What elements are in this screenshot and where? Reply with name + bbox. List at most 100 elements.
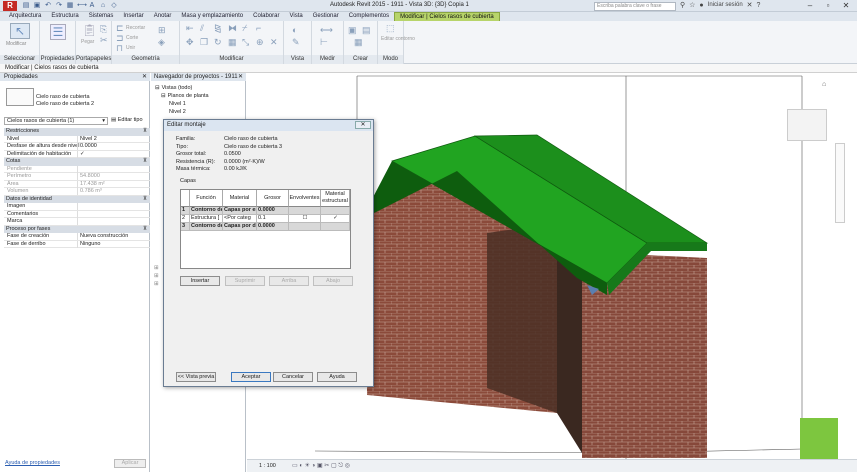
preview-button[interactable]: << Vista previa xyxy=(176,372,216,382)
search-input[interactable]: Escriba palabra clave o frase xyxy=(594,2,676,11)
property-value[interactable]: 0.0000 xyxy=(77,143,149,150)
cancel-button[interactable]: Cancelar xyxy=(273,372,313,382)
ribbon-tab[interactable]: Anotar xyxy=(149,12,177,21)
ribbon-tab[interactable]: Colaborar xyxy=(248,12,284,21)
create-group-icon[interactable]: ▦ xyxy=(354,37,363,48)
dialog-close-button[interactable]: ✕ xyxy=(355,121,371,129)
browser-tree-item[interactable]: ⊟ Vistas (todo) xyxy=(155,85,192,91)
offset-icon[interactable]: ⫽ xyxy=(200,23,204,34)
properties-section-header[interactable]: Datos de identidad ⊼ xyxy=(4,195,150,203)
apply-button[interactable]: Aplicar xyxy=(114,459,146,468)
layer-cell-func[interactable]: Estructura [ xyxy=(190,215,223,223)
layer-row[interactable]: 1Contorno delCapas por enc0.0000 xyxy=(181,207,350,215)
properties-section-header[interactable]: Cotas ⊼ xyxy=(4,158,150,166)
ribbon-tab[interactable]: Modificar | Cielos rasos de cubierta xyxy=(394,11,500,22)
layer-cell-wrap[interactable] xyxy=(289,207,321,215)
sign-in-link[interactable]: Iniciar sesión xyxy=(708,2,743,8)
property-value[interactable]: Ninguno xyxy=(77,240,149,248)
join-icon[interactable]: ⊓ xyxy=(116,43,123,54)
properties-help-link[interactable]: Ayuda de propiedades xyxy=(5,460,60,466)
open-icon[interactable]: ▤ xyxy=(22,1,30,10)
collapse-icon[interactable]: ⊼ xyxy=(143,226,147,234)
binoculars-icon[interactable]: ⚲ xyxy=(680,1,685,9)
layer-cell-func[interactable]: Contorno del xyxy=(190,223,223,231)
layer-cell-mat[interactable]: Capas por de xyxy=(223,223,257,231)
properties-section-header[interactable]: Restricciones ⊼ xyxy=(4,128,150,136)
ribbon-tab[interactable]: Estructura xyxy=(46,12,83,21)
delete-icon[interactable]: ✕ xyxy=(270,37,278,48)
split-icon[interactable]: ⌿ xyxy=(242,23,247,34)
ribbon-tab[interactable]: Gestionar xyxy=(308,12,344,21)
layer-cell-mat[interactable]: Capas por enc xyxy=(223,207,257,215)
close-button[interactable]: ✕ xyxy=(837,0,855,11)
property-value[interactable]: ✓ xyxy=(77,150,149,158)
ribbon-tab[interactable]: Vista xyxy=(284,12,307,21)
create-assembly-icon[interactable]: ▣ xyxy=(348,25,357,36)
layer-cell-wrap[interactable]: ☐ xyxy=(289,215,321,223)
tree-expander-icon[interactable]: ⊟ xyxy=(161,93,166,99)
exchange-icon[interactable]: ✕ xyxy=(747,1,753,9)
property-value[interactable] xyxy=(77,218,149,225)
panel-select-label[interactable]: Seleccionar xyxy=(0,55,39,64)
hide-icon[interactable]: ◐ xyxy=(292,25,297,35)
insert-button[interactable]: Insertar xyxy=(180,276,220,286)
scale-icon[interactable]: ⤡ xyxy=(242,37,249,48)
wall-joins-icon[interactable]: ⊞ xyxy=(158,25,166,36)
align-icon[interactable]: ⇤ xyxy=(186,23,194,34)
override-icon[interactable]: ✎ xyxy=(292,37,300,48)
help-button[interactable]: Ayuda xyxy=(317,372,357,382)
close-icon[interactable]: ✕ xyxy=(142,73,147,81)
ribbon-tab[interactable]: Masa y emplazamiento xyxy=(176,12,248,21)
revit-logo-button[interactable]: R xyxy=(3,1,17,11)
browser-tree-item[interactable]: Nivel 1 xyxy=(167,101,186,107)
modify-cursor-icon[interactable]: ↖ xyxy=(10,23,30,39)
save-icon[interactable]: ▣ xyxy=(33,1,41,10)
rotate-icon[interactable]: ↻ xyxy=(214,37,222,48)
tree-expander-icon[interactable]: ⊞ xyxy=(154,281,159,287)
view-scale[interactable]: 1 : 100 xyxy=(259,463,276,469)
tree-expander-icon[interactable]: ⊟ xyxy=(155,85,160,91)
measure-ruler-icon[interactable]: ⟷ xyxy=(320,25,333,36)
help-icon[interactable]: ? xyxy=(757,2,761,9)
properties-icon[interactable]: ☰ xyxy=(50,24,66,40)
layer-cell-thk[interactable]: 0.1 xyxy=(257,215,289,223)
subscription-icon[interactable]: ☆ xyxy=(689,1,695,9)
ribbon-tab[interactable]: Sistemas xyxy=(84,12,119,21)
text-icon[interactable]: A xyxy=(88,1,96,10)
collapse-icon[interactable]: ⊼ xyxy=(143,128,147,136)
browser-tree-item[interactable]: ⊟ Planos de planta xyxy=(161,93,209,99)
edit-type-button[interactable]: ▤ Editar tipo xyxy=(111,117,143,123)
move-up-button[interactable]: Arriba xyxy=(269,276,309,286)
layer-cell-mat[interactable]: <Por categ xyxy=(223,215,257,223)
move-icon[interactable]: ✥ xyxy=(186,37,194,48)
instance-filter-select[interactable]: Cielos rasos de cubierta (1) ▾ xyxy=(4,117,108,125)
tree-expander-icon[interactable]: ⊞ xyxy=(154,273,159,279)
property-value[interactable]: Nivel 2 xyxy=(77,135,149,143)
collapse-icon[interactable]: ⊼ xyxy=(143,158,147,166)
browser-tree-item[interactable]: Nivel 2 xyxy=(167,109,186,115)
property-value[interactable]: Nueva construcción xyxy=(77,233,149,240)
delete-button[interactable]: Suprimir xyxy=(225,276,265,286)
property-value[interactable] xyxy=(77,210,149,218)
minimize-button[interactable]: – xyxy=(801,0,819,11)
ribbon-tab[interactable]: Arquitectura xyxy=(4,12,46,21)
trim-icon[interactable]: ⌐ xyxy=(256,23,261,33)
layer-row[interactable]: 3 Contorno del Capas por de 0.0000 xyxy=(181,223,350,231)
pin-icon[interactable]: ⊕ xyxy=(256,37,264,48)
home-view-icon[interactable]: ⌂ xyxy=(822,81,826,88)
ribbon-tab[interactable]: Insertar xyxy=(118,12,148,21)
move-down-button[interactable]: Abajo xyxy=(313,276,353,286)
undo-icon[interactable]: ↶ xyxy=(44,1,52,10)
copy-element-icon[interactable]: ❐ xyxy=(200,37,208,48)
mirror-axis-icon[interactable]: ⧎ xyxy=(214,23,222,34)
layer-cell-thk[interactable]: 0.0000 xyxy=(257,207,289,215)
layer-cell-struct[interactable] xyxy=(321,223,350,231)
layer-cell-thk[interactable]: 0.0000 xyxy=(257,223,289,231)
create-parts-icon[interactable]: ▤ xyxy=(362,25,371,36)
copy-icon[interactable]: ⎘ xyxy=(100,24,107,35)
layer-cell-func[interactable]: Contorno del xyxy=(190,207,223,215)
maximize-button[interactable]: ▫ xyxy=(819,0,837,11)
ok-button[interactable]: Aceptar xyxy=(231,372,271,382)
close-icon[interactable]: ✕ xyxy=(238,73,243,81)
3d-icon[interactable]: ⌂ xyxy=(99,1,107,10)
